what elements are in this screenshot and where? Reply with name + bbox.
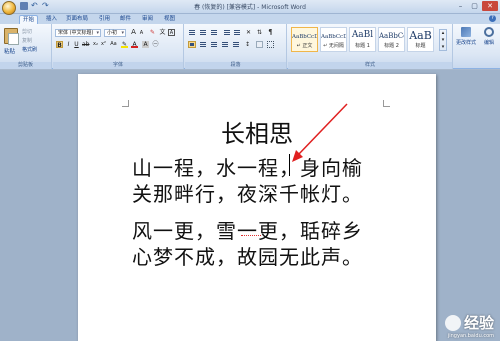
strikethrough-icon[interactable]: ab [82, 41, 90, 48]
maximize-button[interactable]: ▢ [468, 1, 481, 11]
window-controls: – ▢ ✕ [454, 1, 498, 11]
bullets-icon[interactable] [188, 29, 196, 36]
style-no-spacing[interactable]: AaBbCcDc ↵ 无间隔 [320, 27, 347, 52]
sort-icon[interactable]: ⇅ [256, 29, 263, 36]
shrink-font-icon[interactable]: A [138, 30, 145, 37]
style-heading-1[interactable]: AaBl 标题 1 [349, 27, 376, 52]
numbering-icon[interactable] [199, 29, 207, 36]
clipboard-group-label: 剪贴板 [0, 62, 51, 69]
tab-insert[interactable]: 插入 [43, 15, 60, 24]
font-group: 宋体 (中文标题) 小初 A A ✎ 文 A B I U ab x₂ x² Aa… [53, 24, 184, 69]
close-button[interactable]: ✕ [482, 1, 498, 11]
font-color-icon[interactable]: A [131, 41, 138, 48]
baidu-paw-icon [444, 314, 461, 331]
decrease-indent-icon[interactable] [223, 29, 231, 36]
tab-review[interactable]: 审阅 [139, 15, 156, 24]
borders-icon[interactable] [267, 41, 274, 48]
char-border-icon[interactable]: A [168, 29, 175, 36]
char-shading-icon[interactable]: A [142, 41, 149, 48]
align-center-icon[interactable] [199, 41, 207, 48]
font-size-select[interactable]: 小初 [104, 29, 126, 37]
paragraph-group: ✕ ⇅ ¶ ↕ 段落 [185, 24, 287, 69]
distributed-icon[interactable] [232, 41, 240, 48]
tab-view[interactable]: 视图 [161, 15, 178, 24]
watermark-text: 经验 [463, 314, 494, 332]
align-right-icon[interactable] [210, 41, 218, 48]
multilevel-list-icon[interactable] [210, 29, 218, 36]
format-painter-button[interactable]: 格式刷 [22, 46, 37, 53]
italic-icon[interactable]: I [65, 41, 72, 48]
grow-font-icon[interactable]: A [130, 29, 137, 36]
justify-icon[interactable] [221, 41, 229, 48]
paste-button[interactable]: 粘贴 [4, 47, 15, 55]
change-styles-button[interactable]: 更改样式 [455, 27, 477, 46]
paste-icon[interactable] [4, 28, 19, 45]
style-normal[interactable]: AaBbCcDc ↵ 正文 [291, 27, 318, 52]
shading-icon[interactable] [256, 41, 263, 48]
window-title: 春 (恢复的) [兼容模式] - Microsoft Word [194, 4, 306, 11]
arrow-line [297, 103, 348, 156]
tab-page-layout[interactable]: 页面布局 [63, 15, 91, 24]
help-icon[interactable]: ? [489, 15, 496, 22]
minimize-button[interactable]: – [454, 1, 467, 11]
tab-references[interactable]: 引用 [96, 15, 113, 24]
superscript-icon[interactable]: x² [100, 41, 107, 48]
styles-group-label: 样式 [288, 62, 452, 69]
show-marks-icon[interactable]: ¶ [267, 29, 274, 36]
tab-home[interactable]: 开始 [19, 15, 39, 24]
style-title[interactable]: AaB 标题 [407, 27, 434, 52]
styles-scroll-icon[interactable]: ▴ ▾ ▾ [439, 29, 447, 51]
underline-icon[interactable]: U [73, 41, 80, 48]
font-name-select[interactable]: 宋体 (中文标题) [55, 29, 101, 37]
document-area[interactable]: 长相思 山一程，水一程，身向榆 关那畔行，夜深千帐灯。 风一更，雪一更，聒碎乡 … [0, 70, 500, 341]
cut-button[interactable]: 剪切 [22, 28, 32, 35]
bold-icon[interactable]: B [56, 41, 63, 49]
clipboard-group: 粘贴 剪切 复制 格式刷 剪贴板 [0, 24, 52, 69]
font-group-label: 字体 [53, 62, 183, 69]
highlight-icon[interactable]: ✎ [121, 41, 128, 48]
change-case-icon[interactable]: Aa [110, 41, 117, 48]
watermark: 经验 jingyan.baidu.com [444, 312, 494, 339]
increase-indent-icon[interactable] [233, 29, 241, 36]
subscript-icon[interactable]: x₂ [92, 41, 99, 48]
copy-button[interactable]: 复制 [22, 37, 32, 44]
enclose-char-icon[interactable]: ㊀ [152, 41, 159, 48]
editing-button[interactable]: 编辑 [480, 27, 498, 46]
find-icon [484, 27, 494, 37]
style-heading-2[interactable]: AaBbCc 标题 2 [378, 27, 405, 52]
annotation-arrow [292, 103, 348, 162]
clear-format-icon[interactable]: ✎ [149, 29, 156, 36]
ribbon-tabs: 开始 插入 页面布局 引用 邮件 审阅 视图 [0, 14, 500, 24]
change-styles-icon [461, 27, 471, 37]
watermark-url: jingyan.baidu.com [447, 333, 494, 339]
office-button[interactable] [2, 1, 16, 15]
tab-mailings[interactable]: 邮件 [117, 15, 134, 24]
line-spacing-icon[interactable]: ↕ [244, 41, 251, 48]
phonetic-guide-icon[interactable]: 文 [159, 29, 166, 36]
ribbon: 粘贴 剪切 复制 格式刷 剪贴板 宋体 (中文标题) 小初 A A ✎ 文 A … [0, 24, 500, 69]
chinese-layout-icon[interactable]: ✕ [245, 29, 252, 36]
title-bar: ↶ ↷ 春 (恢复的) [兼容模式] - Microsoft Word – ▢ … [0, 0, 500, 15]
paragraph-group-label: 段落 [185, 62, 286, 69]
styles-group: AaBbCcDc ↵ 正文 AaBbCcDc ↵ 无间隔 AaBl 标题 1 A… [288, 24, 453, 69]
align-left-icon[interactable] [188, 41, 196, 48]
